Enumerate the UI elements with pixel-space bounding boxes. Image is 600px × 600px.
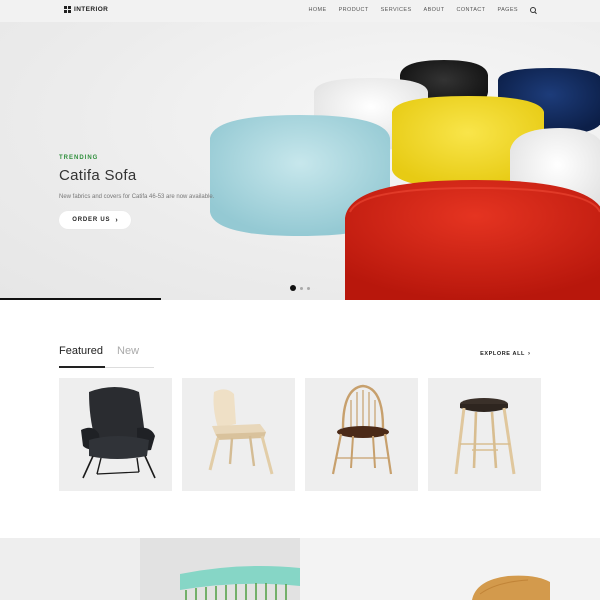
hero-poufs-image xyxy=(210,60,600,300)
hero-description: New fabrics and covers for Catifa 46-53 … xyxy=(59,194,215,200)
nav-about[interactable]: ABOUT xyxy=(424,7,445,13)
slide-dot-2[interactable] xyxy=(300,286,303,290)
explore-all-link[interactable]: EXPLORE ALL › xyxy=(480,351,530,357)
site-logo[interactable]: INTERIOR xyxy=(64,6,108,13)
chevron-right-icon: › xyxy=(115,216,118,224)
chevron-right-icon: › xyxy=(528,351,530,357)
product-card[interactable] xyxy=(428,378,541,491)
nav-product[interactable]: PRODUCT xyxy=(339,7,369,13)
nav-pages[interactable]: PAGES xyxy=(497,7,518,13)
slider-dots xyxy=(290,285,310,291)
product-card[interactable] xyxy=(305,378,418,491)
order-us-button[interactable]: ORDER US › xyxy=(59,211,131,229)
wooden-cafe-chair-image xyxy=(208,389,274,475)
page: TRENDING Catifa Sofa New fabrics and cov… xyxy=(0,0,600,600)
nav-services[interactable]: SERVICES xyxy=(381,7,412,13)
logo-text: INTERIOR xyxy=(74,6,109,13)
windsor-chair-image xyxy=(331,384,393,475)
hero-eyebrow: TRENDING xyxy=(59,155,99,161)
banner-right[interactable] xyxy=(300,538,600,600)
black-lounge-chair-image xyxy=(81,387,156,479)
product-grid xyxy=(59,378,541,491)
mint-chair-image xyxy=(140,538,300,600)
product-card[interactable] xyxy=(182,378,295,491)
wood-chair-image xyxy=(472,575,550,600)
site-header: INTERIOR HOME PRODUCT SERVICES ABOUT CON… xyxy=(0,0,600,22)
product-card[interactable] xyxy=(59,378,172,491)
nav-home[interactable]: HOME xyxy=(308,7,326,13)
search-icon[interactable] xyxy=(530,7,536,13)
order-us-label: ORDER US xyxy=(72,217,111,223)
nav-contact[interactable]: CONTACT xyxy=(456,7,485,13)
logo-grid-icon xyxy=(64,6,71,13)
wooden-stool-image xyxy=(454,398,516,475)
main-nav: HOME PRODUCT SERVICES ABOUT CONTACT PAGE… xyxy=(308,7,536,13)
hero-content: TRENDING Catifa Sofa New fabrics and cov… xyxy=(59,155,214,229)
slider-progress-bar xyxy=(0,298,161,300)
banner-left[interactable] xyxy=(0,538,300,600)
hero-title: Catifa Sofa xyxy=(59,167,137,184)
slide-dot-1[interactable] xyxy=(290,285,296,291)
tab-active-indicator xyxy=(59,366,105,368)
hero-slider: TRENDING Catifa Sofa New fabrics and cov… xyxy=(0,0,600,300)
explore-all-label: EXPLORE ALL xyxy=(480,351,525,357)
slide-dot-3[interactable] xyxy=(307,286,310,290)
tab-new[interactable]: New xyxy=(117,345,139,369)
